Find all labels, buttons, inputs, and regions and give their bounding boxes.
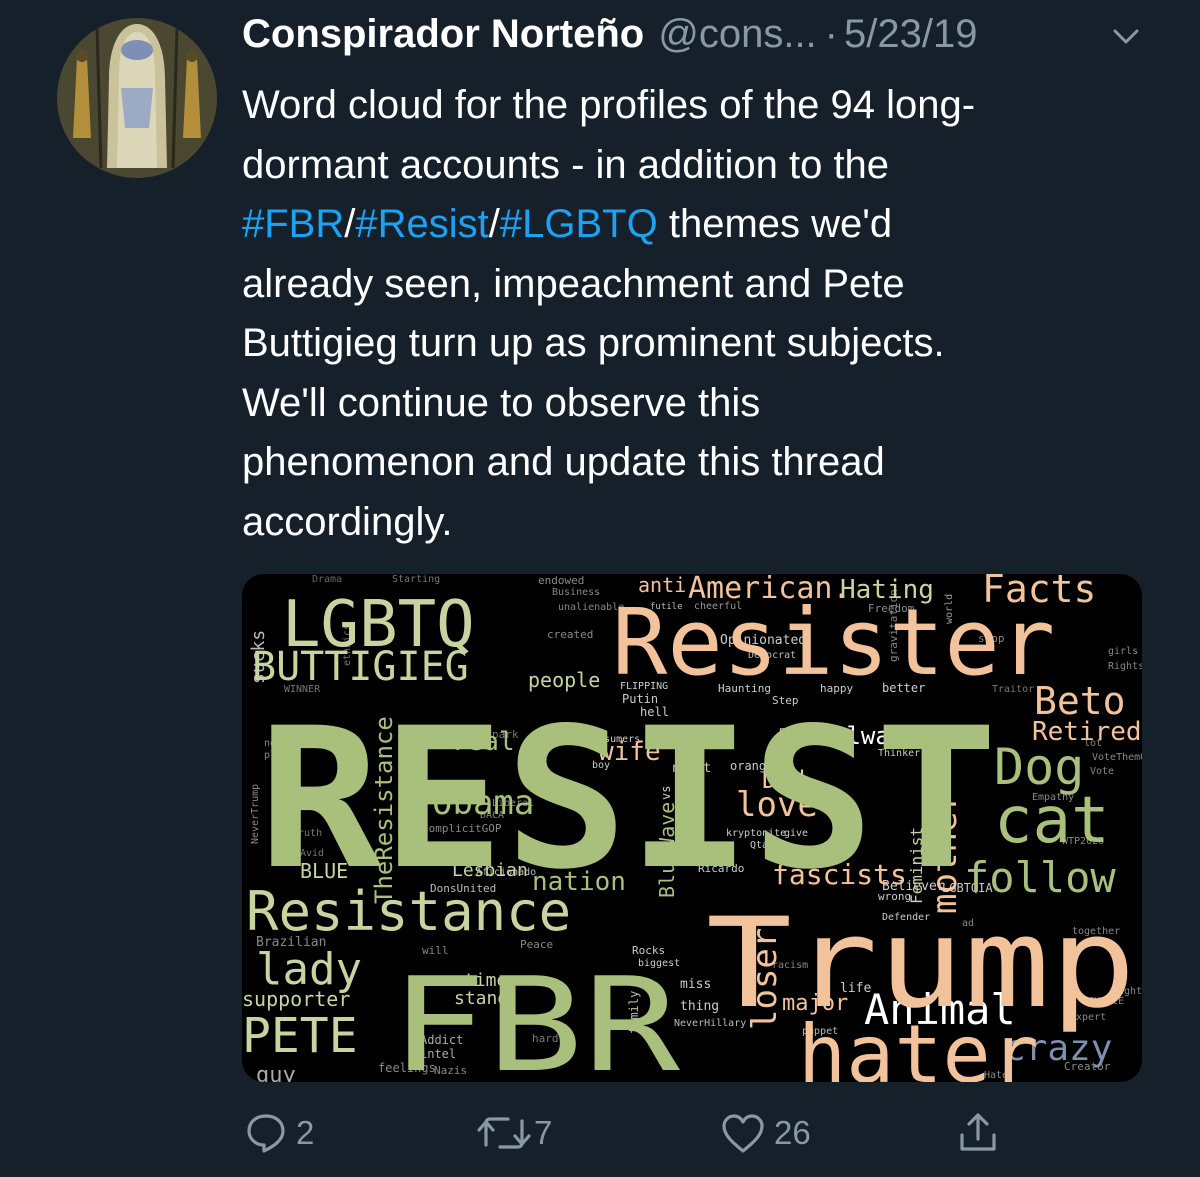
wc-word: PETE [242, 1008, 358, 1064]
tweet-text-line: Word cloud for the profiles of the 94 lo… [242, 83, 976, 127]
display-name[interactable]: Conspirador Norteño [242, 12, 644, 57]
chevron-down-icon[interactable] [1113, 28, 1139, 46]
retweet-count: 7 [534, 1114, 553, 1151]
header-separator: · [824, 12, 838, 56]
tweet-text-line: #FBR/#Resist/#LGBTQ themes we'd [242, 195, 1162, 255]
hashtag-resist[interactable]: #Resist [355, 202, 488, 246]
tweet-text: Word cloud for the profiles of the 94 lo… [242, 76, 1162, 552]
wc-word: cat [994, 784, 1110, 858]
hashtag-lgbtq[interactable]: #LGBTQ [500, 202, 658, 246]
wc-word: Rights [1108, 661, 1142, 672]
wc-word: guy [256, 1063, 296, 1082]
avatar[interactable] [57, 18, 217, 178]
wc-word: created [547, 628, 593, 641]
reply-button[interactable]: 2 [244, 1108, 314, 1158]
wc-word: girls [1108, 646, 1138, 657]
user-handle[interactable]: @cons... [658, 12, 816, 57]
tweet-header: Conspirador Norteño @cons... · 5/23/19 [242, 12, 1162, 68]
tweet-text-line: already seen, impeachment and Pete [242, 261, 905, 306]
tweet-text-line: phenomenon and update this thread [242, 440, 885, 484]
retweet-button[interactable]: 7 [476, 1108, 552, 1158]
like-button[interactable]: 26 [720, 1108, 811, 1158]
share-icon [960, 1113, 996, 1151]
wc-word-resist: RESIST [258, 686, 998, 912]
slash: / [488, 202, 500, 246]
tweet-text-fragment: themes we'd [657, 202, 893, 246]
tweet[interactable]: Conspirador Norteño @cons... · 5/23/19 W… [0, 0, 1200, 1177]
slash: / [344, 202, 356, 246]
wc-word: endowed [538, 574, 584, 587]
wc-word: Starting [392, 574, 440, 585]
tweet-text-line: Buttigieg turn up as prominent subjects. [242, 321, 945, 365]
word-cloud: Drama Starting endowed Business unaliena… [242, 574, 1142, 1082]
wc-word: Vote [1090, 766, 1114, 777]
heart-icon [722, 1114, 764, 1153]
wc-word-trump: Trump [706, 892, 1136, 1036]
avatar-image [57, 18, 217, 178]
wc-word: Drama [312, 574, 342, 585]
tweet-text-line: dormant accounts - in addition to the [242, 142, 890, 187]
tweet-date[interactable]: 5/23/19 [844, 12, 977, 57]
retweet-icon [477, 1117, 531, 1149]
like-count: 26 [774, 1114, 811, 1151]
wc-word: BUTTIGIEG [252, 644, 469, 690]
share-button[interactable] [956, 1108, 1000, 1158]
tweet-text-line: We'll continue to observe this [242, 380, 761, 425]
reply-count: 2 [296, 1114, 315, 1151]
tweet-actions: 2 7 26 [240, 1108, 1020, 1158]
word-cloud-image[interactable]: Drama Starting endowed Business unaliena… [242, 574, 1142, 1082]
wc-word: VoteThemOut [1092, 752, 1142, 763]
tweet-text-line: accordingly. [242, 499, 453, 544]
wc-word: Business [552, 587, 600, 598]
hashtag-fbr[interactable]: #FBR [242, 202, 344, 246]
reply-icon [247, 1114, 285, 1153]
wc-word: Resister [612, 589, 1055, 696]
wc-word-fbr: FBR [390, 949, 681, 1082]
